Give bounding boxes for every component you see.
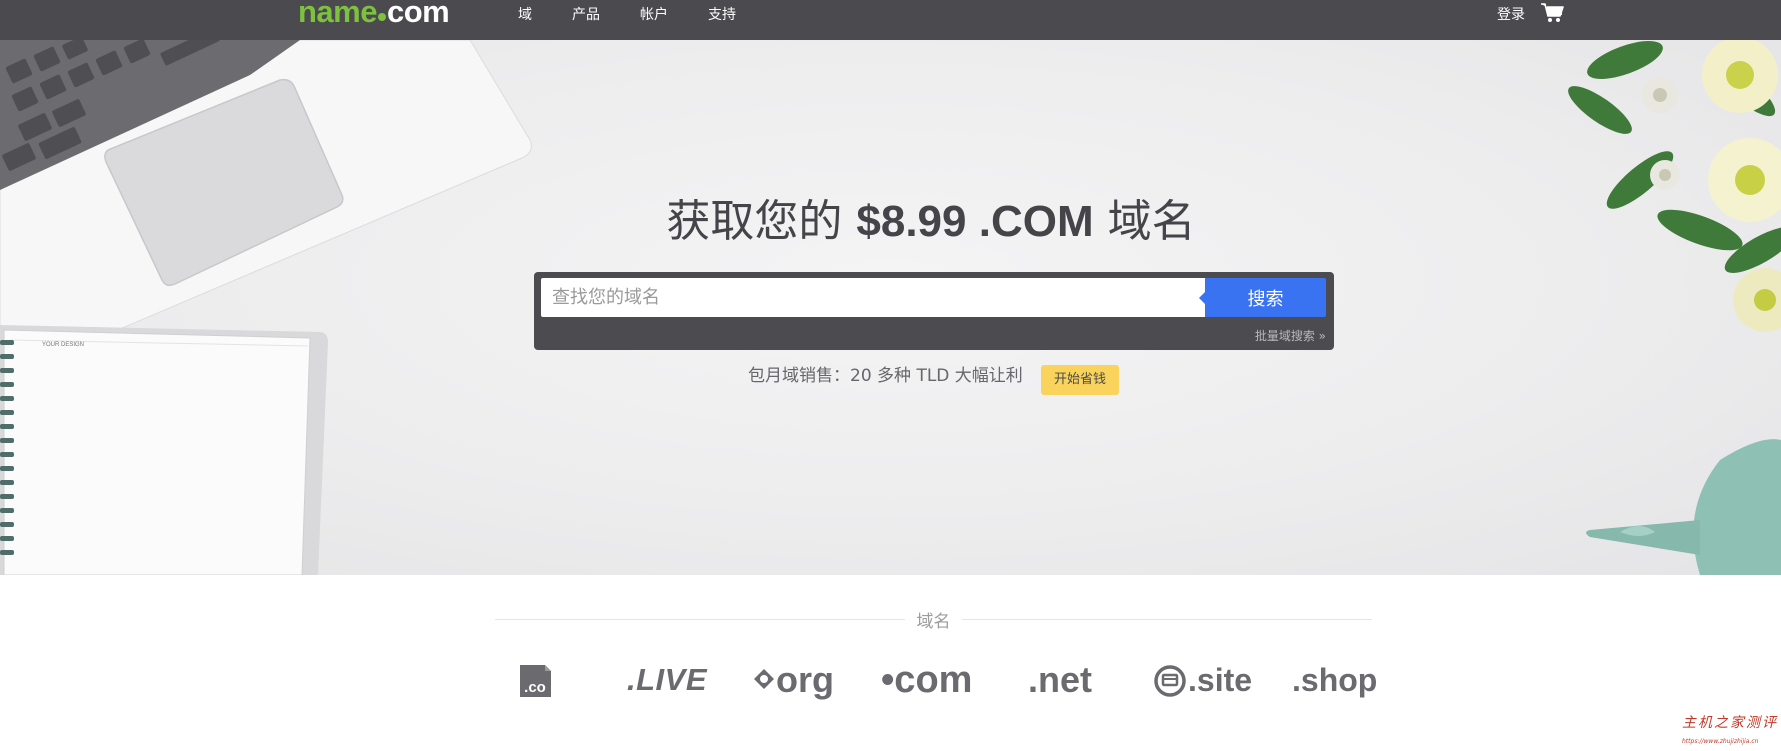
bulk-search-link[interactable]: 批量域搜索 » [1255,327,1326,344]
tld-net-logo[interactable]: .net [1028,658,1092,702]
hero-section: YOUR DESIGN 获取您的 $8.99 .COM 域名 查找您的域名 搜索… [0,40,1781,575]
tld-com-logo[interactable]: •com [881,658,972,702]
logo-tld: com [386,0,450,29]
domain-search-box: 搜索 批量域搜索 » [534,272,1334,350]
site-browser-icon [1154,665,1186,697]
nav-products[interactable]: 产品 [572,6,600,24]
divider-right [962,619,1372,620]
nav-account[interactable]: 帐户 [640,6,668,24]
promo-text: 包月域销售：20 多种 TLD 大幅让利 [748,366,1023,386]
tld-site-logo[interactable]: .site [1154,658,1253,702]
search-button[interactable]: 搜索 [1205,278,1326,317]
org-diamond-icon [754,669,774,689]
logo-name: name [298,0,377,29]
login-link[interactable]: 登录 [1497,6,1525,24]
tld-site-label: .site [1188,662,1253,698]
cart-icon[interactable] [1540,2,1564,24]
hero-headline: 获取您的 $8.99 .COM 域名 [0,193,1781,251]
headline-price: $8.99 .COM [856,197,1094,246]
tld-org-label: org [776,659,834,700]
tld-live-logo[interactable]: .LIVE [627,658,707,702]
name-com-logo[interactable]: name com [298,0,450,30]
headline-suffix: 域名 [1093,196,1196,247]
logo-dot [377,13,386,21]
nav-support[interactable]: 支持 [708,6,736,24]
headline-prefix: 获取您的 [666,196,857,247]
tld-co-label: .co [524,679,546,696]
nav-domains[interactable]: 域 [518,6,532,24]
start-saving-button[interactable]: 开始省钱 [1041,365,1119,395]
domain-search-input[interactable] [541,278,1209,317]
tld-org-logo[interactable]: org [754,658,834,702]
tld-shop-logo[interactable]: .shop [1292,658,1377,702]
top-navigation-bar: name com 域 产品 帐户 支持 登录 [0,0,1781,40]
watermark-text: 主机之家测评 [1682,715,1778,731]
tld-co-logo[interactable]: .co [517,663,553,699]
domains-section-label: 域名 [916,612,951,632]
watermark-url: https://www.zhujizhijia.cn [1682,738,1759,745]
